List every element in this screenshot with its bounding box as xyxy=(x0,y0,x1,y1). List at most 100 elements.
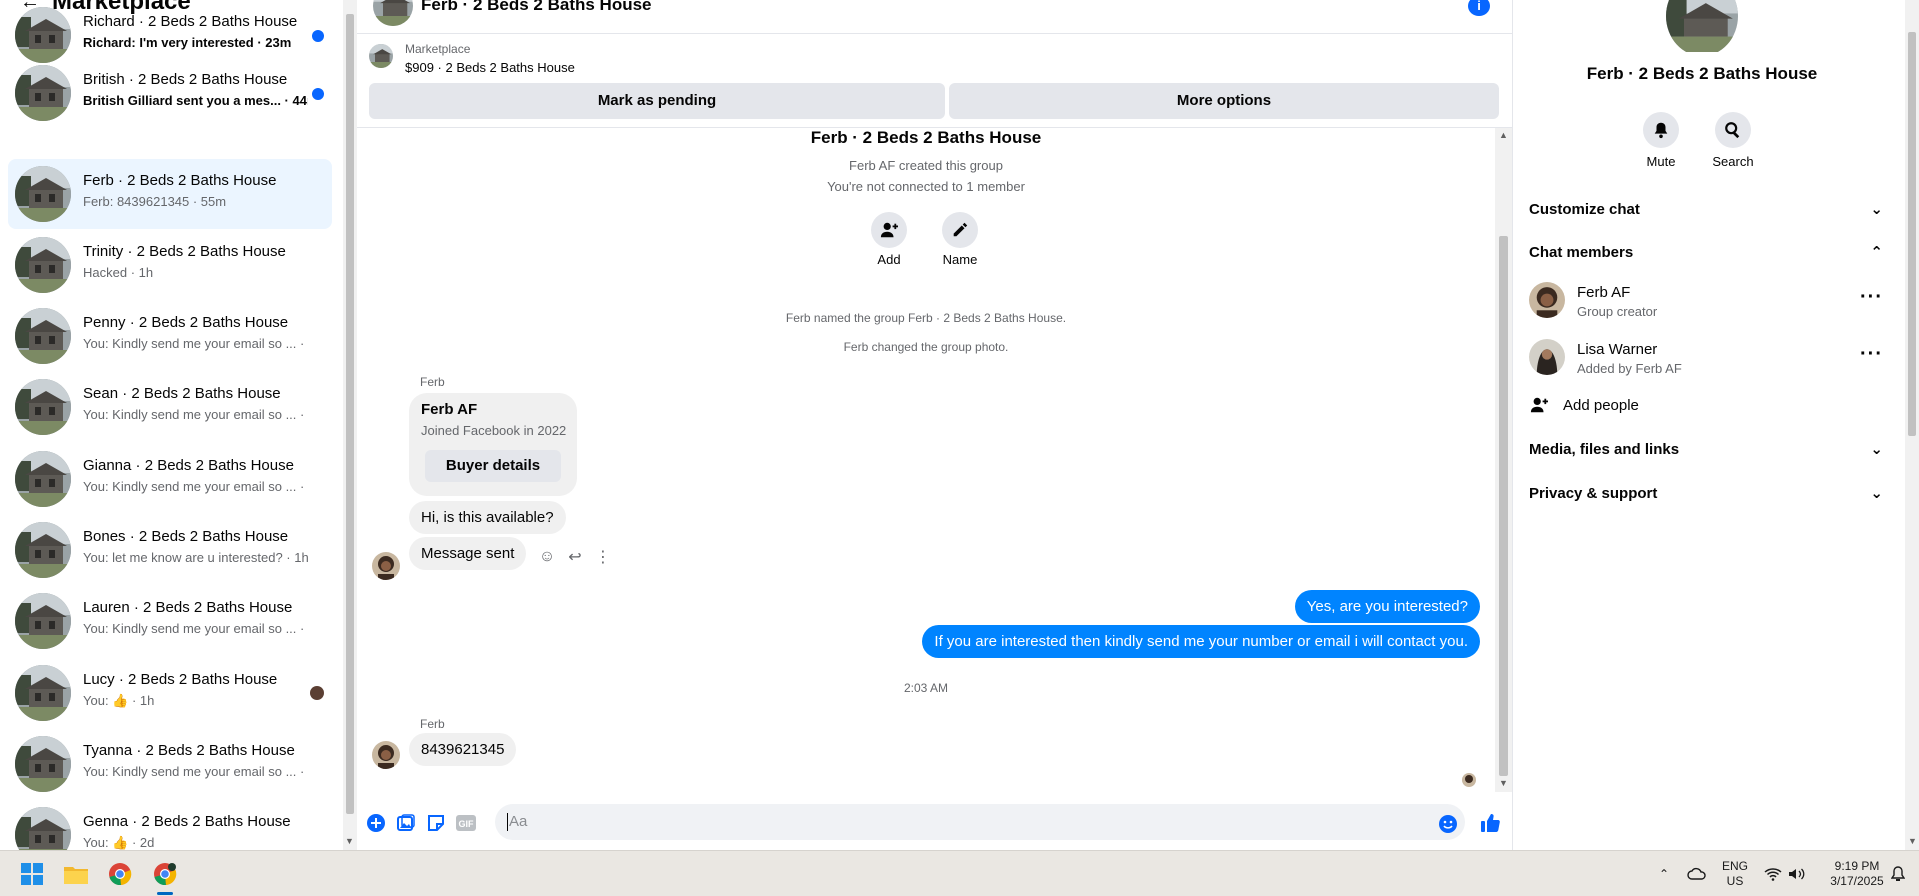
search-in-chat-button[interactable]: Search xyxy=(1703,112,1763,169)
scrollbar-thumb[interactable] xyxy=(1499,236,1508,776)
tray-overflow-chevron-icon[interactable]: ⌃ xyxy=(1654,851,1674,896)
conversation-item[interactable]: Gianna · 2 Beds 2 Baths House You: Kindly… xyxy=(8,444,332,514)
group-avatar[interactable] xyxy=(373,0,413,26)
privacy-support-section[interactable]: Privacy & support ⌄ xyxy=(1529,478,1883,508)
conversation-item[interactable]: Penny · 2 Beds 2 Baths House You: Kindly … xyxy=(8,301,332,371)
conversation-preview: Ferb: 8439621345 · 55m xyxy=(83,194,227,209)
conversation-name: Penny · 2 Beds 2 Baths House xyxy=(83,314,289,331)
chevron-up-icon: ⌃ xyxy=(1870,244,1883,261)
scroll-down-arrow-icon[interactable]: ▼ xyxy=(1908,836,1917,846)
search-icon xyxy=(1725,122,1740,139)
pencil-icon xyxy=(953,222,968,237)
more-vertical-icon[interactable]: ⋮ xyxy=(593,547,613,567)
member-row[interactable]: Lisa Warner Added by Ferb AF ··· xyxy=(1529,339,1883,379)
chat-members-section[interactable]: Chat members ⌃ xyxy=(1529,237,1883,267)
conversation-list-scrollbar[interactable]: ▼ xyxy=(343,0,357,850)
outgoing-message[interactable]: Yes, are you interested? xyxy=(1294,590,1480,623)
active-app-indicator xyxy=(157,892,173,895)
conversation-name: Trinity · 2 Beds 2 Baths House xyxy=(83,243,286,260)
messenger-window: ← Marketplace Richard · 2 Beds 2 Baths H… xyxy=(0,0,1919,896)
media-files-links-section[interactable]: Media, files and links ⌄ xyxy=(1529,434,1883,464)
buyer-name: Ferb AF xyxy=(421,401,478,418)
conversation-item[interactable]: Trinity · 2 Beds 2 Baths House Hacked · 1… xyxy=(8,230,332,300)
page-scrollbar[interactable]: ▼ xyxy=(1905,0,1919,850)
name-group-button[interactable] xyxy=(942,212,978,248)
scroll-up-arrow-icon[interactable]: ▲ xyxy=(1499,130,1508,140)
chevron-down-icon: ⌄ xyxy=(1870,485,1883,502)
scrollbar-thumb[interactable] xyxy=(346,14,354,814)
conversation-item[interactable]: Genna · 2 Beds 2 Baths House You: 👍 · 2d xyxy=(8,800,332,850)
emoji-icon[interactable] xyxy=(1437,813,1459,835)
add-people-label: Add people xyxy=(1563,396,1639,414)
chevron-down-icon: ⌄ xyxy=(1870,441,1883,458)
thumbs-up-icon[interactable] xyxy=(1479,812,1501,834)
plus-icon[interactable] xyxy=(365,812,387,834)
reply-icon[interactable]: ↩ xyxy=(565,547,585,567)
conversation-name: Bones · 2 Beds 2 Baths House xyxy=(83,528,289,545)
scrollbar-thumb[interactable] xyxy=(1908,32,1916,436)
onedrive-cloud-icon[interactable] xyxy=(1684,851,1710,896)
gif-icon[interactable]: GIF xyxy=(455,812,477,834)
incoming-message[interactable]: 8439621345 xyxy=(409,733,517,766)
conversation-item[interactable]: Bones · 2 Beds 2 Baths House You: let me … xyxy=(8,515,332,585)
member-row[interactable]: Ferb AF Group creator ··· xyxy=(1529,282,1883,322)
bell-icon xyxy=(1654,122,1668,139)
conversation-item[interactable]: Sean · 2 Beds 2 Baths House You: Kindly s… xyxy=(8,372,332,442)
house-thumbnail xyxy=(15,7,71,63)
listing-thumbnail[interactable] xyxy=(369,44,393,68)
chat-scrollbar[interactable]: ▲ ▼ xyxy=(1495,128,1512,792)
not-connected-note: You're not connected to 1 member xyxy=(827,179,1025,194)
member-avatar[interactable] xyxy=(1529,282,1565,318)
buyer-card: Ferb AF Joined Facebook in 2022 Buyer de… xyxy=(409,393,577,496)
conversation-item[interactable]: British · 2 Beds 2 Baths House British Gi… xyxy=(8,58,332,128)
chrome-icon[interactable] xyxy=(105,859,135,889)
chrome-profile-icon[interactable] xyxy=(150,859,180,889)
conversation-item-active[interactable]: Ferb · 2 Beds 2 Baths House Ferb: 8439621… xyxy=(8,159,332,229)
customize-chat-section[interactable]: Customize chat ⌄ xyxy=(1529,194,1883,224)
conversation-item[interactable]: Tyanna · 2 Beds 2 Baths House You: Kindly… xyxy=(8,729,332,799)
buyer-details-button[interactable]: Buyer details xyxy=(425,450,561,482)
react-icon[interactable]: ☺ xyxy=(537,547,557,567)
outgoing-message[interactable]: If you are interested then kindly send m… xyxy=(922,625,1480,658)
conversation-name: British · 2 Beds 2 Baths House xyxy=(83,71,288,88)
photo-icon[interactable] xyxy=(395,812,417,834)
more-horizontal-icon[interactable]: ··· xyxy=(1860,343,1883,366)
add-label: Add xyxy=(877,252,901,267)
clock[interactable]: 9:19 PM 3/17/2025 xyxy=(1822,851,1892,896)
info-icon[interactable]: i xyxy=(1468,0,1490,16)
volume-icon[interactable] xyxy=(1786,851,1808,896)
add-people-button[interactable]: Add people xyxy=(1529,392,1639,418)
conversation-name: Gianna · 2 Beds 2 Baths House xyxy=(83,457,294,474)
house-thumbnail xyxy=(15,665,71,721)
more-options-button[interactable]: More options xyxy=(949,83,1499,119)
conversation-preview: You: Kindly send me your email so ... · … xyxy=(83,479,308,494)
wifi-icon[interactable] xyxy=(1762,851,1784,896)
file-explorer-icon[interactable] xyxy=(61,859,91,889)
add-member-button[interactable] xyxy=(871,212,907,248)
scroll-down-arrow-icon[interactable]: ▼ xyxy=(345,836,354,846)
member-avatar[interactable] xyxy=(1529,339,1565,375)
mute-button[interactable]: Mute xyxy=(1631,112,1691,169)
sender-avatar[interactable] xyxy=(372,552,400,580)
message-composer: GIF Aa xyxy=(357,800,1513,844)
chat-panel: Ferb · 2 Beds 2 Baths House i Marketplac… xyxy=(357,0,1513,850)
conversation-item[interactable]: Lauren · 2 Beds 2 Baths House You: Kindly… xyxy=(8,586,332,656)
scroll-down-arrow-icon[interactable]: ▼ xyxy=(1499,778,1508,788)
incoming-message[interactable]: Hi, is this available? xyxy=(409,501,566,534)
notification-bell-icon[interactable] xyxy=(1888,851,1908,896)
chat-title[interactable]: Ferb · 2 Beds 2 Baths House xyxy=(421,0,652,15)
language-indicator[interactable]: ENG US xyxy=(1718,851,1752,896)
conversation-preview: Hacked · 1h xyxy=(83,265,154,280)
windows-start-icon[interactable] xyxy=(17,859,47,889)
more-horizontal-icon[interactable]: ··· xyxy=(1860,286,1883,309)
sticker-icon[interactable] xyxy=(425,812,447,834)
mark-as-pending-button[interactable]: Mark as pending xyxy=(369,83,945,119)
group-photo[interactable] xyxy=(1666,0,1738,56)
listing-title[interactable]: $909 · 2 Beds 2 Baths House xyxy=(405,60,575,75)
incoming-message[interactable]: Message sent xyxy=(409,537,527,570)
sender-avatar[interactable] xyxy=(372,741,400,769)
message-thread: Ferb · 2 Beds 2 Baths House Ferb AF crea… xyxy=(357,128,1495,792)
region-code: US xyxy=(1726,874,1744,888)
conversation-item[interactable]: Lucy · 2 Beds 2 Baths House You: 👍 · 1h xyxy=(8,658,332,728)
message-input[interactable]: Aa xyxy=(495,804,1465,840)
